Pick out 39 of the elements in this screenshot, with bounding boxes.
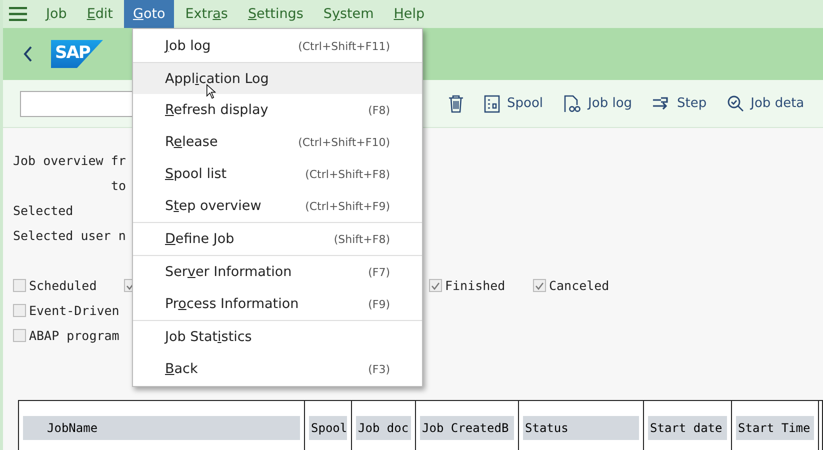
- column-header[interactable]: Job doc: [356, 416, 411, 440]
- menu-item[interactable]: Application Log: [133, 62, 422, 94]
- overview-text: Job overview fr: [13, 153, 126, 168]
- menu-item[interactable]: Extras: [176, 0, 237, 28]
- checkbox-label: ABAP program: [29, 328, 120, 343]
- menu-item[interactable]: Refresh display (F8): [133, 94, 422, 126]
- checkbox-label: Scheduled: [29, 278, 97, 293]
- menu-item[interactable]: Process Information (F9): [133, 288, 422, 320]
- menu-item[interactable]: System: [314, 0, 383, 28]
- menu-item[interactable]: Step overview (Ctrl+Shift+F9): [133, 190, 422, 222]
- menu-item[interactable]: Spool list (Ctrl+Shift+F8): [133, 158, 422, 190]
- menu-item[interactable]: Server Information (F7): [133, 256, 422, 288]
- column-header[interactable]: Status: [523, 416, 639, 440]
- menu-item[interactable]: Job log (Ctrl+Shift+F11): [133, 30, 422, 62]
- checkbox-label: Canceled: [549, 278, 610, 293]
- menu-item[interactable]: Release (Ctrl+Shift+F10): [133, 126, 422, 158]
- checkbox-label: Event-Driven: [29, 303, 120, 318]
- menu-item[interactable]: Edit: [78, 0, 122, 28]
- column-header[interactable]: JobName: [23, 416, 300, 440]
- overview-text: Selected: [13, 203, 74, 218]
- logo: SAP: [51, 40, 103, 68]
- overview-text: to: [111, 178, 126, 193]
- column-header[interactable]: Job CreatedB: [420, 416, 514, 440]
- column-header[interactable]: Start Time: [736, 416, 814, 440]
- checkbox-label: Finished: [445, 278, 506, 293]
- column-header[interactable]: Spool: [309, 416, 347, 440]
- toolbar-button[interactable]: Job deta: [726, 95, 804, 112]
- menu-item[interactable]: Settings: [238, 0, 312, 28]
- menu-item[interactable]: Back (F3): [133, 353, 422, 385]
- column-header[interactable]: Start date: [648, 416, 727, 440]
- toolbar-button[interactable]: Job log: [563, 94, 632, 112]
- overview-text: Selected user n: [13, 228, 126, 243]
- toolbar-button[interactable]: Step: [652, 96, 707, 112]
- toolbar-button[interactable]: Spool: [484, 94, 544, 112]
- menu-item[interactable]: Job Statistics: [133, 321, 422, 353]
- menu-item[interactable]: Help: [384, 0, 434, 28]
- menu-item[interactable]: Job: [37, 0, 76, 28]
- menu-item[interactable]: Define Job (Shift+F8): [133, 223, 422, 255]
- menu-item[interactable]: Goto: [124, 0, 174, 28]
